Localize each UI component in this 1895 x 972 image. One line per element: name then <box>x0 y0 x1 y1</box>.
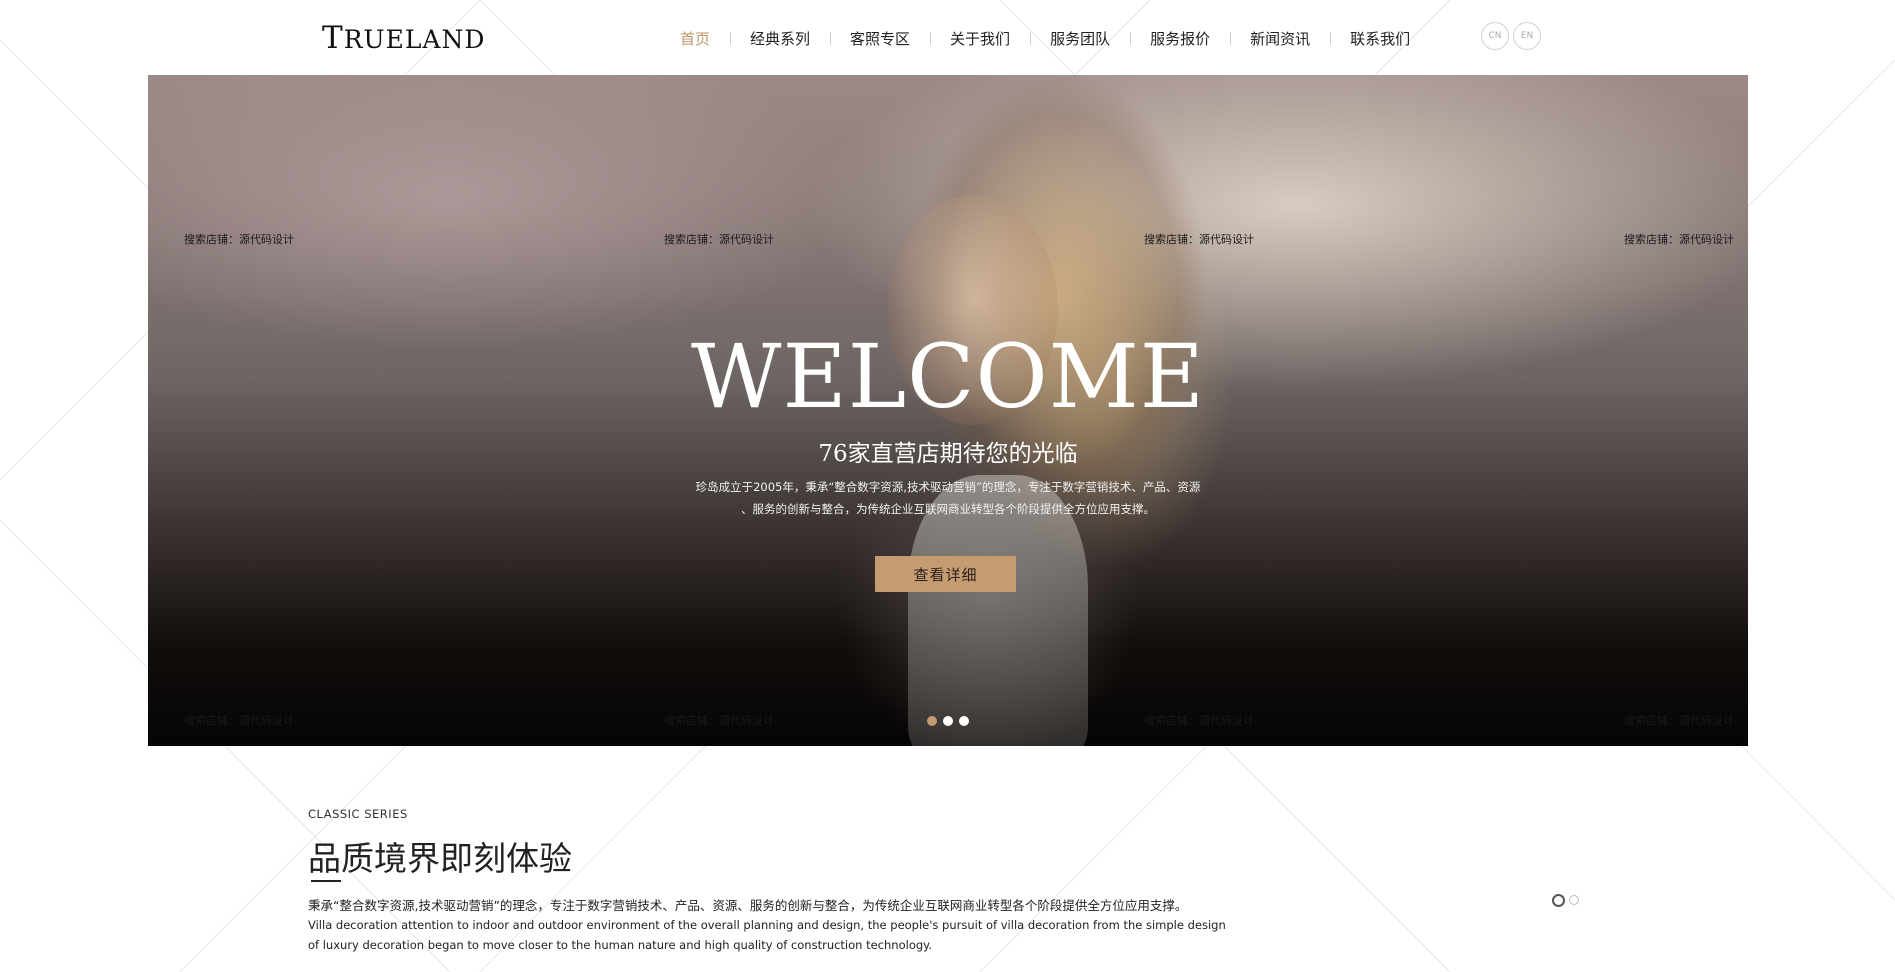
section-dot-1[interactable] <box>1552 894 1565 907</box>
hero-description-line: 、服务的创新与整合，为传统企业互联网商业转型各个阶段提供全方位应用支撑。 <box>741 502 1155 516</box>
watermark-text: 搜索店铺：源代码设计 <box>664 233 774 246</box>
section-dot-2[interactable] <box>1569 895 1579 905</box>
section-pagination <box>1552 894 1579 907</box>
main-nav: 首页 经典系列 客照专区 关于我们 服务团队 服务报价 新闻资讯 联系我们 <box>660 26 1430 50</box>
hero-subtitle: 76家直营店期待您的光临 <box>818 441 1078 467</box>
banner-dot-3[interactable] <box>959 716 969 726</box>
nav-item-classic-series[interactable]: 经典系列 <box>730 28 830 49</box>
watermark-text: 搜索店铺：源代码设计 <box>1624 233 1734 246</box>
section-text-cn: 秉承“整合数字资源,技术驱动营销”的理念，专注于数字营销技术、产品、资源、服务的… <box>308 898 1188 913</box>
lang-cn-button[interactable]: CN <box>1481 22 1509 50</box>
banner-pagination <box>927 716 969 726</box>
nav-item-client-photos[interactable]: 客照专区 <box>830 28 930 49</box>
nav-item-about[interactable]: 关于我们 <box>930 28 1030 49</box>
hero-headline: WELCOME <box>691 325 1205 428</box>
site-logo[interactable]: TRUELAND <box>322 20 485 56</box>
watermark-text: 搜索店铺：源代码设计 <box>1144 714 1254 727</box>
watermark-text: 搜索店铺：源代码设计 <box>1144 233 1254 246</box>
section-eyebrow: CLASSIC SERIES <box>308 807 408 821</box>
logo-initial: T <box>322 20 344 56</box>
nav-item-pricing[interactable]: 服务报价 <box>1130 28 1230 49</box>
watermark-text: 搜索店铺：源代码设计 <box>1624 714 1734 727</box>
nav-item-team[interactable]: 服务团队 <box>1030 28 1130 49</box>
section-title-underline <box>311 880 341 882</box>
logo-rest: RUELAND <box>343 25 486 54</box>
nav-item-contact[interactable]: 联系我们 <box>1330 28 1430 49</box>
nav-item-home[interactable]: 首页 <box>660 28 730 49</box>
lang-en-button[interactable]: EN <box>1513 22 1541 50</box>
hero-banner: 搜索店铺：源代码设计 搜索店铺：源代码设计 搜索店铺：源代码设计 搜索店铺：源代… <box>148 75 1748 746</box>
banner-dot-1[interactable] <box>927 716 937 726</box>
watermark-text: 搜索店铺：源代码设计 <box>184 714 294 727</box>
view-details-button[interactable]: 查看详细 <box>875 556 1016 592</box>
hero-description: 珍岛成立于2005年，秉承“整合数字资源,技术驱动营销”的理念，专注于数字营销技… <box>668 476 1228 520</box>
language-switcher: CN EN <box>1481 22 1541 50</box>
nav-item-news[interactable]: 新闻资讯 <box>1230 28 1330 49</box>
section-title: 品质境界即刻体验 <box>308 839 572 878</box>
hero-description-line: 珍岛成立于2005年，秉承“整合数字资源,技术驱动营销”的理念，专注于数字营销技… <box>695 480 1201 494</box>
watermark-text: 搜索店铺：源代码设计 <box>664 714 774 727</box>
watermark-text: 搜索店铺：源代码设计 <box>184 233 294 246</box>
banner-dot-2[interactable] <box>943 716 953 726</box>
section-text-en: Villa decoration attention to indoor and… <box>308 918 1226 952</box>
